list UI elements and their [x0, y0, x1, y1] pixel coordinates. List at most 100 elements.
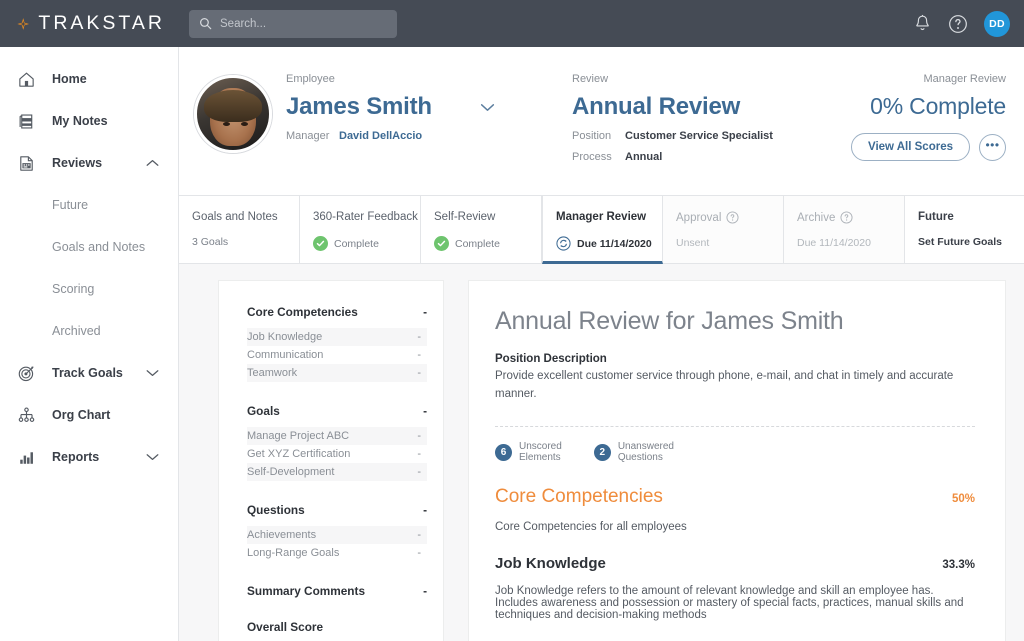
tab-sub: Due 11/14/2020 [797, 237, 904, 249]
tab-360-rater-feedback[interactable]: 360-Rater Feedback Complete [300, 196, 421, 264]
outline-head[interactable]: Overall Score [247, 620, 427, 634]
outline-head[interactable]: Core Competencies - [247, 305, 427, 319]
position-key: Position [572, 130, 625, 142]
outline-row[interactable]: Long-Range Goals - [247, 544, 427, 562]
chevron-up-icon[interactable] [146, 154, 159, 172]
user-avatar[interactable]: DD [984, 11, 1010, 37]
sidebar-item-my-notes[interactable]: My Notes [0, 100, 178, 142]
chevron-down-icon[interactable] [146, 364, 159, 382]
outline-row[interactable]: Get XYZ Certification - [247, 445, 427, 463]
position-description-label: Position Description [495, 353, 975, 365]
tab-sub: Complete [313, 236, 420, 251]
tab-sub: 3 Goals [192, 236, 299, 248]
outline-head-score: - [423, 503, 427, 517]
notebook-icon [17, 112, 39, 131]
position-description-text: Provide excellent customer service throu… [495, 368, 975, 404]
home-icon [17, 70, 39, 89]
outline-group-core-competencies: Core Competencies - Job Knowledge - Comm… [247, 305, 427, 382]
tab-sub: Unsent [676, 237, 783, 249]
counters: 6 Unscored Elements 2 Unanswered Questio… [495, 441, 975, 464]
outline-head-label: Goals [247, 404, 280, 418]
tab-sub-text: Set Future Goals [918, 236, 1002, 248]
counter-unscored-elements: 6 Unscored Elements [495, 441, 562, 464]
outline-head-label: Overall Score [247, 620, 323, 634]
tab-manager-review[interactable]: Manager Review Due 11/14/2020 [542, 196, 663, 264]
outline-row[interactable]: Teamwork - [247, 364, 427, 382]
core-competencies-header: Core Competencies 50% [495, 486, 975, 508]
manager-name[interactable]: David DellAccio [339, 130, 422, 142]
help-icon[interactable] [948, 14, 968, 34]
tab-goals-and-notes[interactable]: Goals and Notes 3 Goals [179, 196, 300, 264]
tab-sub-text: Unsent [676, 237, 709, 249]
sidebar-label-reviews: Reviews [52, 156, 102, 170]
core-competencies-percent: 50% [952, 493, 975, 505]
tab-title: Archive [797, 212, 835, 224]
brand-logo[interactable]: TRAKSTAR [17, 10, 165, 38]
sidebar-item-home[interactable]: Home [0, 58, 178, 100]
bell-icon[interactable] [913, 14, 932, 33]
outline-head[interactable]: Summary Comments - [247, 584, 427, 598]
refresh-circle-icon [556, 236, 571, 251]
search-icon [199, 17, 212, 30]
reviews-icon [17, 154, 39, 173]
sidebar-sublabel-future: Future [52, 198, 88, 212]
outline-row-label: Achievements [247, 529, 316, 541]
bar-chart-icon [17, 448, 39, 467]
outline-row[interactable]: Manage Project ABC - [247, 427, 427, 445]
counter-badge: 2 [594, 444, 611, 461]
sidebar-item-reports[interactable]: Reports [0, 436, 178, 478]
outline-row[interactable]: Self-Development - [247, 463, 427, 481]
outline-head[interactable]: Goals - [247, 404, 427, 418]
tab-sub-text: Due 11/14/2020 [797, 237, 871, 249]
outline-group-questions: Questions - Achievements - Long-Range Go… [247, 503, 427, 562]
counter-unanswered-questions: 2 Unanswered Questions [594, 441, 674, 464]
outline-head[interactable]: Questions - [247, 503, 427, 517]
tab-future[interactable]: Future Set Future Goals [905, 196, 1024, 264]
search-box[interactable] [189, 10, 397, 38]
counter-label-line2: Questions [618, 452, 663, 463]
outline-head-label: Questions [247, 503, 305, 517]
outline-row[interactable]: Achievements - [247, 526, 427, 544]
manager-key: Manager [286, 130, 339, 142]
outline-row-score: - [417, 367, 421, 379]
search-input[interactable] [220, 18, 387, 30]
sidebar-subitem-goals-and-notes[interactable]: Goals and Notes [0, 226, 178, 268]
sidebar-item-track-goals[interactable]: Track Goals [0, 352, 178, 394]
chevron-down-icon[interactable] [480, 103, 495, 112]
manager-review-eyebrow: Manager Review [851, 73, 1006, 85]
outline-row[interactable]: Job Knowledge - [247, 328, 427, 346]
process-value: Annual [625, 151, 662, 163]
outline-head-score: - [423, 305, 427, 319]
tab-sub: Set Future Goals [918, 236, 1024, 248]
sidebar-item-org-chart[interactable]: Org Chart [0, 394, 178, 436]
outline-group-goals: Goals - Manage Project ABC - Get XYZ Cer… [247, 404, 427, 481]
tab-self-review[interactable]: Self-Review Complete [421, 196, 542, 264]
job-knowledge-header: Job Knowledge 33.3% [495, 555, 975, 572]
counter-label: Unanswered Questions [618, 441, 674, 464]
view-all-scores-button[interactable]: View All Scores [851, 133, 970, 161]
outline-row-label: Long-Range Goals [247, 547, 339, 559]
photo-eye-right [241, 122, 248, 126]
sidebar-subitem-future[interactable]: Future [0, 184, 178, 226]
tab-sub-text: Due 11/14/2020 [577, 238, 652, 250]
tab-sub: Complete [434, 236, 541, 251]
outline-row-score: - [417, 547, 421, 559]
outline-row[interactable]: Communication - [247, 346, 427, 364]
employee-name-row: James Smith [286, 93, 556, 121]
outline-head-label: Summary Comments [247, 584, 365, 598]
manager-review-column: Manager Review 0% Complete View All Scor… [851, 73, 1006, 161]
sidebar-subitem-scoring[interactable]: Scoring [0, 268, 178, 310]
tab-archive[interactable]: Archive Due 11/14/2020 [784, 196, 905, 264]
top-bar: TRAKSTAR DD [0, 0, 1024, 47]
sidebar-item-reviews[interactable]: Reviews [0, 142, 178, 184]
outline-row-label: Job Knowledge [247, 331, 322, 343]
question-circle-icon[interactable] [840, 211, 853, 224]
more-options-button[interactable]: ••• [979, 134, 1006, 161]
outline-row-label: Manage Project ABC [247, 430, 349, 442]
topbar-actions: DD [913, 0, 1010, 47]
outline-row-score: - [417, 529, 421, 541]
sidebar-subitem-archived[interactable]: Archived [0, 310, 178, 352]
question-circle-icon[interactable] [726, 211, 739, 224]
chevron-down-icon[interactable] [146, 448, 159, 466]
tab-approval[interactable]: Approval Unsent [663, 196, 784, 264]
